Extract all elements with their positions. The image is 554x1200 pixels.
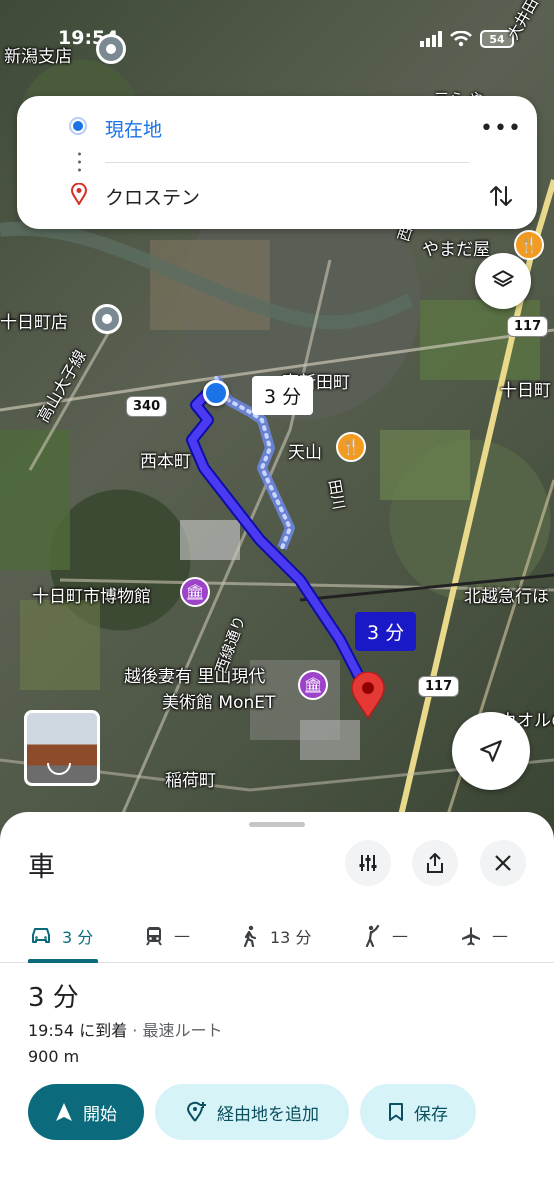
navigation-arrow-icon [480,740,502,762]
museum-icon[interactable]: 🏛 [298,670,328,700]
wifi-icon [450,31,472,47]
map-label[interactable]: 越後妻有 里山現代 [124,662,265,687]
current-location-marker [203,380,229,406]
map-label[interactable]: 新潟支店 [4,42,72,67]
arrival-time: 19:54 に到着 [28,1021,128,1040]
origin-field[interactable]: 現在地 [105,115,162,142]
signal-icon [420,31,442,47]
add-location-icon [186,1101,206,1122]
add-stop-button[interactable]: 経由地を追加 [155,1084,349,1140]
share-button[interactable] [412,840,458,886]
active-tab-indicator [28,959,98,963]
map-view[interactable]: 19:54 54 新潟支店 三ら や 大井田 西線 やまだ屋 十日町店 東新田町… [0,0,554,840]
swap-icon [490,186,512,206]
place-icon[interactable] [92,304,122,334]
map-label: 十日町 [500,381,551,401]
travel-mode-tabs: 3 分 — 13 分 — — [0,908,554,963]
walk-icon [243,925,257,947]
route-type: · 最速ルート [127,1021,223,1040]
directions-sheet: 車 3 分 — 13 分 — — 3 分 19:54 に到着 · 最速ルート 9… [0,812,554,1200]
car-icon [32,927,50,943]
start-button[interactable]: 開始 [28,1084,144,1140]
map-label[interactable]: 天山 [288,438,322,463]
tab-walking[interactable]: 13 分 [240,908,311,963]
map-label[interactable]: やまだ屋 [422,235,490,260]
drag-handle[interactable] [249,822,305,827]
route-search-card: 現在地 ••• クロステン [17,96,537,229]
route-duration: 3 分 [28,983,79,1013]
tab-ride-hailing-label: — [392,926,408,945]
navigation-icon [56,1103,72,1121]
destination-pin-icon [71,183,87,205]
save-button[interactable]: 保存 [360,1084,476,1140]
arrival-info: 19:54 に到着 · 最速ルート [28,1017,222,1041]
map-label[interactable]: 十日町店 [0,308,68,333]
route-duration-bubble[interactable]: 3 分 [355,612,417,651]
sheet-title: 車 [28,852,55,883]
restaurant-icon[interactable]: 🍴 [514,230,544,260]
layers-button[interactable] [475,253,531,309]
tab-transit[interactable]: — [144,908,190,963]
start-label: 開始 [83,1104,117,1125]
airplane-icon [462,926,480,945]
map-label: 北越急行ほ [464,587,549,607]
divider [105,162,469,163]
save-label: 保存 [414,1104,448,1125]
layers-icon [492,270,514,287]
tab-flights-label: — [492,926,508,945]
tab-flights[interactable]: — [460,908,508,963]
street-view-thumbnail[interactable] [24,710,100,786]
place-icon[interactable] [96,34,126,64]
tune-icon [359,855,377,871]
train-icon [146,926,162,946]
map-label[interactable]: 十日町市博物館 [32,582,151,607]
route-sign-340: 340 [126,396,168,417]
close-button[interactable] [480,840,526,886]
tab-ride-hailing[interactable]: — [362,908,408,963]
museum-icon[interactable]: 🏛 [180,577,210,607]
route-dots-icon [78,150,81,176]
status-icons: 54 [420,30,514,48]
origin-dot-icon [71,119,85,133]
destination-pin-icon[interactable] [350,672,386,720]
map-label: 西本町 [140,452,191,472]
tab-transit-label: — [174,926,190,945]
tab-driving[interactable]: 3 分 [30,908,93,963]
share-icon [427,853,443,873]
map-label[interactable]: 美術館 MonET [162,688,275,713]
tab-driving-label: 3 分 [62,927,94,947]
route-sign-117: 117 [507,316,549,337]
rotate-360-icon [47,763,71,775]
restaurant-icon[interactable]: 🍴 [336,432,366,462]
route-options-button[interactable] [345,840,391,886]
recenter-button[interactable] [452,712,530,790]
more-options-button[interactable]: ••• [480,112,521,144]
map-label: 稲荷町 [165,771,216,791]
alt-route-duration-bubble[interactable]: 3 分 [252,376,314,415]
add-stop-label: 経由地を追加 [217,1104,319,1125]
bookmark-icon [389,1103,403,1121]
swap-button[interactable] [485,180,517,212]
tab-walking-label: 13 分 [270,927,312,947]
route-distance: 900 m [28,1047,80,1066]
destination-field[interactable]: クロステン [105,183,200,210]
close-icon [495,855,511,871]
hail-icon [365,924,380,947]
route-sign-117: 117 [418,676,460,697]
